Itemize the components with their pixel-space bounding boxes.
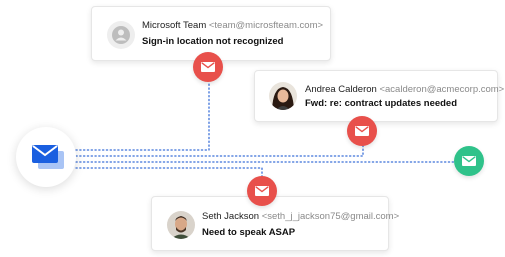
- sender-name: Microsoft Team: [142, 20, 207, 31]
- avatar: [167, 211, 195, 239]
- alert-badge-microsoft[interactable]: [193, 52, 223, 82]
- sender-email: <acalderon@acmecorp.com>: [379, 84, 505, 95]
- safe-badge[interactable]: [454, 146, 484, 176]
- mail-icon: [462, 156, 476, 166]
- alert-badge-andrea[interactable]: [347, 116, 377, 146]
- mail-icon: [255, 186, 269, 196]
- email-subject: Fwd: re: contract updates needed: [305, 98, 458, 109]
- email-subject: Sign-in location not recognized: [142, 36, 284, 47]
- email-subject: Need to speak ASAP: [202, 227, 296, 238]
- envelope-stack-icon: [32, 145, 64, 169]
- email-card-andrea[interactable]: Andrea Calderon <acalderon@acmecorp.com>…: [254, 70, 504, 122]
- email-card-seth[interactable]: Seth Jackson <seth_j_jackson75@gmail.com…: [151, 196, 399, 251]
- user-icon: [112, 26, 130, 44]
- sender-email: <team@microsfteam.com>: [208, 20, 324, 31]
- sender-name: Andrea Calderon: [305, 84, 377, 95]
- mail-hub: [16, 127, 76, 187]
- mail-icon: [201, 62, 215, 72]
- sender-name: Seth Jackson: [202, 211, 260, 222]
- avatar: [107, 21, 135, 49]
- alert-badge-seth[interactable]: [247, 176, 277, 206]
- sender: Seth Jackson <seth_j_jackson75@gmail.com…: [202, 211, 399, 222]
- andrea-photo-avatar: [269, 82, 297, 110]
- sender-email: <seth_j_jackson75@gmail.com>: [261, 211, 400, 222]
- avatar: [269, 82, 297, 110]
- connector-to-microsoft: [75, 83, 210, 151]
- connector-to-seth: [75, 167, 263, 179]
- seth-photo-avatar: [167, 211, 195, 239]
- sender: Microsoft Team <team@microsfteam.com>: [142, 20, 323, 31]
- mail-icon: [355, 126, 369, 136]
- connector-to-andrea: [75, 145, 364, 157]
- sender: Andrea Calderon <acalderon@acmecorp.com>: [305, 84, 504, 95]
